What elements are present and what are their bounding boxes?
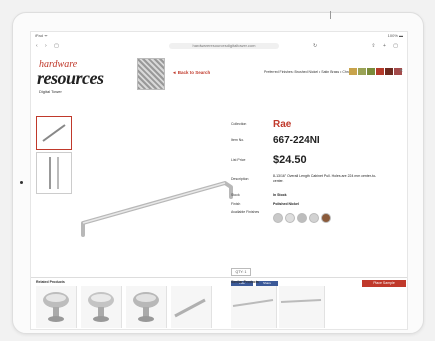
pull-side-thumbnail-icon bbox=[49, 157, 59, 189]
finish-option-5[interactable] bbox=[321, 213, 331, 223]
product-thumbnail-1[interactable] bbox=[36, 116, 72, 150]
section-divider bbox=[31, 277, 407, 278]
finish-swatches bbox=[349, 68, 402, 75]
logo-line-3: Digital Tower bbox=[39, 89, 62, 94]
description-value: 8-13/16" Overall Length Cabinet Pull. Ho… bbox=[273, 174, 377, 183]
place-sample-button[interactable]: Place Sample bbox=[362, 280, 406, 287]
share-tabs-icon[interactable]: ⇧ + ▢ bbox=[371, 43, 401, 49]
collection-value: Rae bbox=[273, 119, 292, 130]
knob-icon bbox=[43, 292, 69, 322]
finish-option-3[interactable] bbox=[297, 213, 307, 223]
price-value: $24.50 bbox=[273, 154, 307, 166]
tablet-camera-dot bbox=[20, 181, 23, 184]
address-bar[interactable]: hardwareresourcesdigitaltower.com bbox=[169, 43, 279, 49]
qr-code-icon bbox=[137, 58, 165, 90]
back-to-search-link[interactable]: ◄ Back to Search bbox=[172, 70, 210, 75]
stock-value: In Stock bbox=[273, 193, 287, 197]
stock-label: Stock bbox=[231, 193, 240, 197]
similar-products-title: Similar Products bbox=[231, 280, 259, 284]
item-label: Item No. bbox=[231, 138, 245, 142]
screen: iPad ᯤ 100% ▬ ‹ › ▢ hardwareresourcesdig… bbox=[30, 31, 408, 330]
item-value: 667-224NI bbox=[273, 135, 320, 146]
description-label: Description bbox=[231, 177, 249, 181]
status-left: iPad ᯤ bbox=[35, 33, 48, 38]
available-finishes-label: Available Finishes bbox=[231, 210, 260, 214]
site-logo[interactable]: hardware resources Digital Tower bbox=[37, 59, 133, 101]
product-main-image bbox=[81, 181, 233, 237]
logo-line-2: resources bbox=[37, 68, 104, 88]
finish-label: Finish bbox=[231, 202, 241, 206]
knob-icon bbox=[133, 292, 159, 322]
price-label: List Price bbox=[231, 158, 246, 162]
finish-option-2[interactable] bbox=[285, 213, 295, 223]
finish-swatch-2[interactable] bbox=[358, 68, 366, 75]
browser-toolbar: ‹ › ▢ hardwareresourcesdigitaltower.com … bbox=[31, 41, 407, 51]
pull-icon bbox=[280, 299, 322, 303]
related-product-1[interactable] bbox=[36, 286, 77, 328]
finish-option-1[interactable] bbox=[273, 213, 283, 223]
knob-icon bbox=[88, 292, 114, 322]
site-header: hardware resources Digital Tower ◄ Back … bbox=[31, 53, 407, 105]
finish-option-4[interactable] bbox=[309, 213, 319, 223]
status-right: 100% ▬ bbox=[387, 33, 403, 38]
quantity-selector[interactable]: QTY: 1 bbox=[231, 268, 251, 276]
tablet-top-button bbox=[330, 11, 331, 19]
back-forward-icon[interactable]: ‹ › ▢ bbox=[36, 43, 62, 49]
finish-swatch-5[interactable] bbox=[385, 68, 393, 75]
available-finishes-options bbox=[273, 210, 333, 228]
reload-icon[interactable]: ↻ bbox=[313, 43, 317, 49]
preferred-finishes-label: Preferred Finishes: Brushed Nickel • Sat… bbox=[264, 70, 355, 74]
collection-label: Collection bbox=[231, 122, 247, 126]
similar-product-2[interactable] bbox=[279, 286, 325, 328]
related-products-title: Related Products bbox=[36, 280, 65, 284]
related-product-3[interactable] bbox=[126, 286, 167, 328]
related-product-2[interactable] bbox=[81, 286, 122, 328]
close-icon[interactable]: ✕ bbox=[399, 68, 403, 74]
similar-product-1[interactable] bbox=[231, 286, 277, 328]
product-thumbnail-2[interactable] bbox=[36, 152, 72, 194]
finish-value: Polished Nickel bbox=[273, 202, 299, 206]
related-product-4[interactable] bbox=[171, 286, 212, 328]
pull-icon bbox=[174, 298, 206, 318]
finish-swatch-3[interactable] bbox=[367, 68, 375, 75]
status-bar: iPad ᯤ 100% ▬ bbox=[31, 32, 407, 40]
finish-swatch-4[interactable] bbox=[376, 68, 384, 75]
pull-icon bbox=[232, 299, 274, 307]
pull-thumbnail-icon bbox=[42, 124, 66, 142]
finish-swatch-1[interactable] bbox=[349, 68, 357, 75]
